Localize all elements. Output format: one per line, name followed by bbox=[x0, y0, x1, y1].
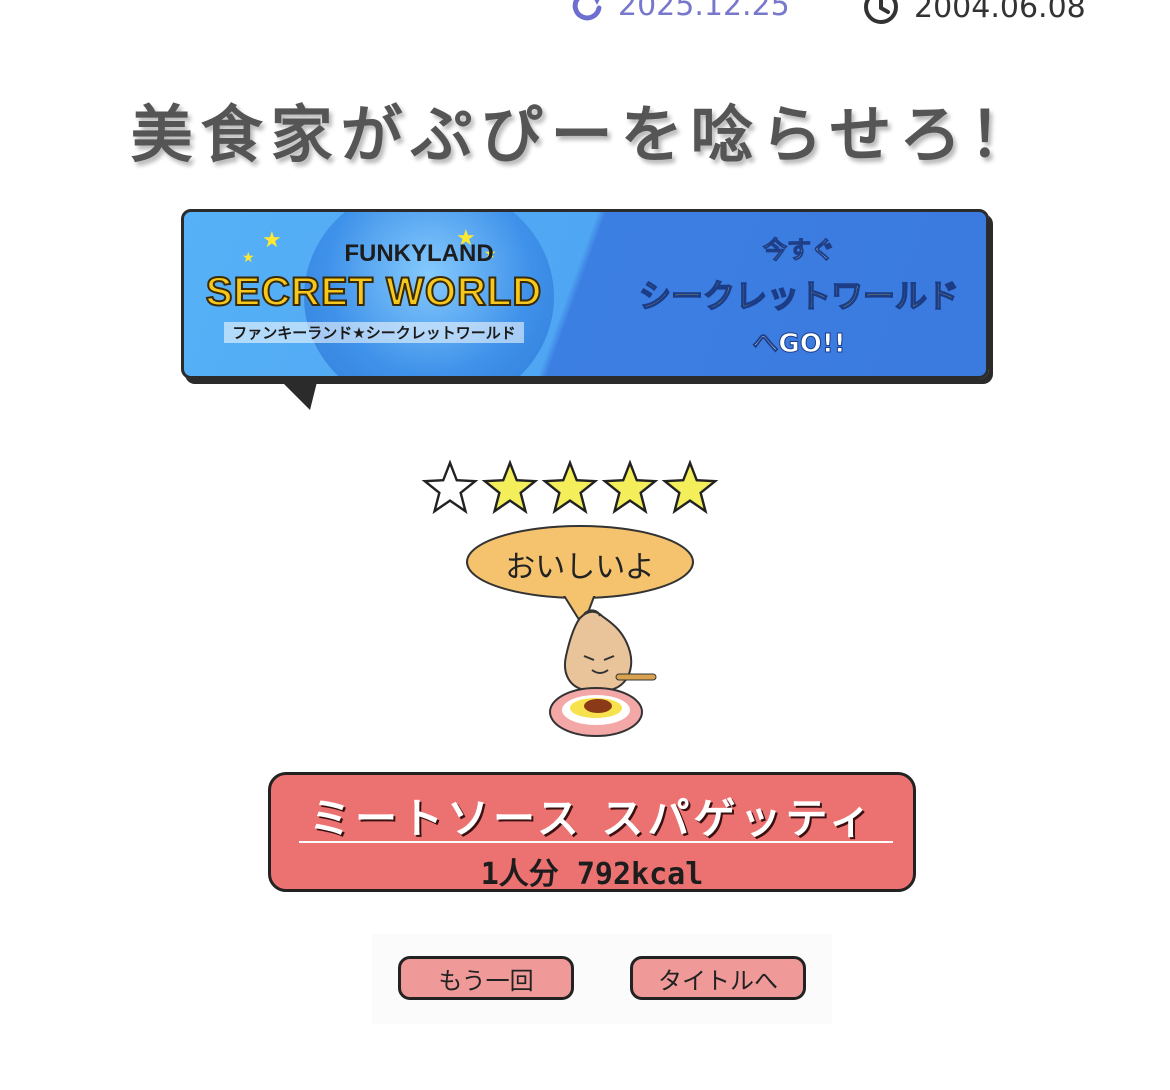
published-date-text: 2004.06.08 bbox=[914, 0, 1086, 25]
star-icon: ★ bbox=[262, 228, 282, 253]
updated-date-text: 2025.12.25 bbox=[618, 0, 790, 23]
dish-calories: 1人分 792kcal bbox=[480, 857, 704, 892]
star-rating bbox=[420, 458, 720, 518]
star-empty-icon bbox=[421, 459, 479, 515]
clock-icon bbox=[864, 0, 898, 24]
cta-line-3: へGO!! bbox=[752, 329, 846, 360]
cta-line-2: シークレットワールド bbox=[638, 276, 960, 316]
published-date: 2004.06.08 bbox=[862, 0, 1086, 26]
star-filled-icon bbox=[661, 459, 719, 515]
speech-text: おいしいよ bbox=[505, 550, 655, 585]
banner-brand-small: FUNKYLAND bbox=[344, 240, 494, 267]
star-filled-icon bbox=[541, 459, 599, 515]
page-title: 美食家がぷぴーを唸らせろ！ bbox=[130, 98, 1040, 171]
star-filled-icon bbox=[481, 459, 539, 515]
article-meta: 2025.12.25 2004.06.08 bbox=[0, 0, 1170, 28]
updated-date: 2025.12.25 bbox=[570, 0, 790, 23]
retry-button[interactable]: もう一回 bbox=[398, 956, 574, 1000]
pupi-character bbox=[540, 608, 670, 748]
back-to-title-button[interactable]: タイトルへ bbox=[630, 956, 806, 1000]
banner-cta: 今すぐ シークレットワールド へGO!! bbox=[624, 230, 974, 360]
banner-brand-kana: ファンキーランド★シークレットワールド bbox=[224, 322, 524, 343]
action-buttons: もう一回 タイトルへ bbox=[372, 934, 832, 1024]
star-icon: ★ bbox=[242, 250, 255, 266]
star-filled-icon bbox=[601, 459, 659, 515]
refresh-icon bbox=[572, 0, 602, 20]
cta-line-1: 今すぐ bbox=[763, 236, 836, 265]
secret-world-banner[interactable]: ★ ★ ★ ★ FUNKYLAND SECRET WORLD ファンキーランド★… bbox=[181, 209, 989, 379]
dish-result-panel: ミートソース スパゲッティ 1人分 792kcal bbox=[268, 772, 916, 892]
dish-name: ミートソース スパゲッティ bbox=[308, 794, 875, 843]
banner-brand-logo: SECRET WORLD bbox=[205, 269, 543, 315]
divider bbox=[299, 841, 893, 843]
